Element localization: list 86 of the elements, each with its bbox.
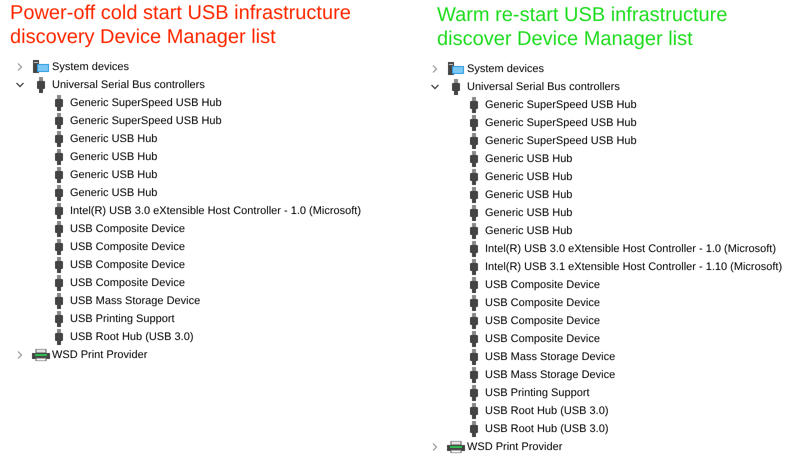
usb-plug-icon bbox=[55, 293, 63, 309]
tree-item[interactable]: USB Composite Device bbox=[485, 315, 600, 327]
tree-item[interactable]: Generic USB Hub bbox=[485, 171, 572, 183]
chevron-down-icon[interactable] bbox=[431, 83, 439, 91]
tree-item[interactable]: System devices bbox=[467, 63, 544, 75]
tree-item[interactable]: Generic USB Hub bbox=[485, 189, 572, 201]
tree-item[interactable]: Generic SuperSpeed USB Hub bbox=[485, 117, 637, 129]
usb-plug-icon bbox=[470, 97, 478, 113]
tree-item[interactable]: USB Composite Device bbox=[485, 279, 600, 291]
printer-icon bbox=[32, 349, 50, 361]
computer-icon bbox=[33, 60, 49, 74]
usb-plug-icon bbox=[470, 295, 478, 311]
usb-plug-icon bbox=[470, 385, 478, 401]
tree-item[interactable]: USB Composite Device bbox=[70, 277, 185, 289]
usb-plug-icon bbox=[55, 221, 63, 237]
chevron-right-icon[interactable] bbox=[431, 443, 439, 451]
usb-plug-icon bbox=[55, 113, 63, 129]
tree-item[interactable]: Generic USB Hub bbox=[70, 187, 158, 199]
usb-plug-icon bbox=[470, 277, 478, 293]
tree-item[interactable]: USB Mass Storage Device bbox=[70, 295, 200, 307]
tree-item[interactable]: Generic SuperSpeed USB Hub bbox=[70, 115, 222, 127]
usb-plug-icon bbox=[55, 203, 63, 219]
computer-icon bbox=[448, 62, 464, 76]
usb-plug-icon bbox=[470, 205, 478, 221]
tree-item[interactable]: USB Printing Support bbox=[70, 313, 175, 325]
usb-plug-icon bbox=[470, 421, 478, 437]
tree-item[interactable]: USB Printing Support bbox=[485, 387, 590, 399]
usb-plug-icon bbox=[470, 187, 478, 203]
tree-item[interactable]: Generic SuperSpeed USB Hub bbox=[485, 99, 637, 111]
usb-plug-icon bbox=[55, 329, 63, 345]
usb-plug-icon bbox=[470, 331, 478, 347]
tree-item[interactable]: Generic USB Hub bbox=[485, 207, 572, 219]
usb-plug-icon bbox=[470, 115, 478, 131]
tree-item[interactable]: USB Mass Storage Device bbox=[485, 369, 616, 381]
tree-item[interactable]: USB Root Hub (USB 3.0) bbox=[70, 331, 194, 343]
usb-plug-icon bbox=[470, 133, 478, 149]
tree-item[interactable]: Generic USB Hub bbox=[70, 169, 158, 181]
usb-plug-icon bbox=[55, 185, 63, 201]
tree-item[interactable]: Intel(R) USB 3.1 eXtensible Host Controller - 1.10 (Microsoft) bbox=[485, 261, 782, 273]
usb-plug-icon bbox=[55, 167, 63, 183]
usb-plug-icon bbox=[55, 311, 63, 327]
chevron-down-icon[interactable] bbox=[16, 81, 24, 89]
usb-plug-icon bbox=[452, 79, 460, 95]
tree-item[interactable]: Intel(R) USB 3.0 eXtensible Host Controller - 1.0 (Microsoft) bbox=[70, 205, 361, 217]
chevron-right-icon[interactable] bbox=[16, 351, 24, 359]
usb-plug-icon bbox=[470, 403, 478, 419]
usb-plug-icon bbox=[470, 223, 478, 239]
annotation-title: Power-off cold start USB infrastructure discovery Device Manager list bbox=[10, 1, 352, 50]
tree-item[interactable]: System devices bbox=[52, 61, 130, 73]
printer-icon bbox=[447, 441, 465, 453]
tree-item[interactable]: USB Composite Device bbox=[70, 223, 185, 235]
tree-item[interactable]: USB Composite Device bbox=[70, 259, 185, 271]
usb-plug-icon bbox=[470, 151, 478, 167]
tree-item[interactable]: Generic USB Hub bbox=[485, 225, 572, 237]
usb-plug-icon bbox=[55, 275, 63, 291]
tree-item[interactable]: USB Root Hub (USB 3.0) bbox=[485, 405, 608, 417]
tree-item[interactable]: Generic SuperSpeed USB Hub bbox=[70, 97, 222, 109]
tree-item[interactable]: USB Composite Device bbox=[485, 297, 600, 309]
usb-plug-icon bbox=[55, 149, 63, 165]
tree-item[interactable]: Generic USB Hub bbox=[70, 133, 158, 145]
tree-item[interactable]: Generic USB Hub bbox=[70, 151, 158, 163]
usb-plug-icon bbox=[55, 239, 63, 255]
tree-item[interactable]: USB Composite Device bbox=[70, 241, 185, 253]
tree-item[interactable]: Generic USB Hub bbox=[485, 153, 572, 165]
usb-plug-icon bbox=[470, 241, 478, 257]
tree-item[interactable]: USB Root Hub (USB 3.0) bbox=[485, 423, 608, 435]
tree-item[interactable]: WSD Print Provider bbox=[52, 349, 148, 361]
annotation-title: Warm re-start USB infrastructure discover Device Manager list bbox=[437, 3, 728, 52]
tree-item[interactable]: USB Mass Storage Device bbox=[485, 351, 616, 363]
chevron-right-icon[interactable] bbox=[16, 63, 24, 71]
usb-plug-icon bbox=[55, 131, 63, 147]
usb-plug-icon bbox=[470, 169, 478, 185]
chevron-right-icon[interactable] bbox=[431, 65, 439, 73]
usb-plug-icon bbox=[55, 95, 63, 111]
usb-plug-icon bbox=[470, 259, 478, 275]
tree-item[interactable]: Universal Serial Bus controllers bbox=[467, 81, 620, 93]
usb-plug-icon bbox=[470, 313, 478, 329]
usb-plug-icon bbox=[470, 367, 478, 383]
usb-plug-icon bbox=[55, 257, 63, 273]
tree-item[interactable]: Intel(R) USB 3.0 eXtensible Host Controller - 1.0 (Microsoft) bbox=[485, 243, 776, 255]
tree-item[interactable]: USB Composite Device bbox=[485, 333, 600, 345]
tree-item[interactable]: WSD Print Provider bbox=[467, 441, 562, 453]
usb-plug-icon bbox=[470, 349, 478, 365]
usb-plug-icon bbox=[37, 77, 45, 93]
tree-item[interactable]: Generic SuperSpeed USB Hub bbox=[485, 135, 637, 147]
tree-item[interactable]: Universal Serial Bus controllers bbox=[52, 79, 205, 91]
